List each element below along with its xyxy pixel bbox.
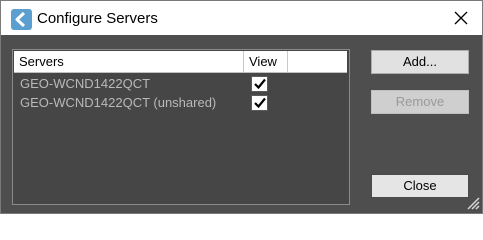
column-header-servers[interactable]: Servers (14, 51, 244, 72)
dialog-title: Configure Servers (37, 10, 158, 27)
resize-grip-icon[interactable] (464, 194, 480, 210)
view-checkbox[interactable] (251, 95, 268, 111)
remove-button[interactable]: Remove (371, 90, 469, 114)
title-bar: Configure Servers (1, 1, 482, 35)
server-list[interactable]: Servers View GEO-WCND1422QCT GEO-WCND142… (12, 49, 350, 205)
server-name: GEO-WCND1422QCT (unshared) (20, 95, 217, 110)
close-icon (454, 11, 468, 25)
close-button[interactable]: Close (371, 174, 469, 198)
app-back-arrow-icon (11, 9, 32, 30)
column-header-view[interactable]: View (244, 51, 288, 72)
list-item[interactable]: GEO-WCND1422QCT (14, 75, 347, 94)
checkmark-icon (254, 78, 266, 90)
checkmark-icon (254, 97, 266, 109)
server-name: GEO-WCND1422QCT (20, 76, 151, 91)
view-checkbox[interactable] (251, 76, 268, 92)
list-header: Servers View (14, 51, 347, 73)
dialog-body: Servers View GEO-WCND1422QCT GEO-WCND142… (1, 35, 482, 213)
add-button[interactable]: Add... (371, 50, 469, 74)
close-window-button[interactable] (441, 1, 481, 35)
configure-servers-dialog: Configure Servers Servers View GEO-WCND1… (0, 0, 483, 214)
list-item[interactable]: GEO-WCND1422QCT (unshared) (14, 94, 347, 113)
